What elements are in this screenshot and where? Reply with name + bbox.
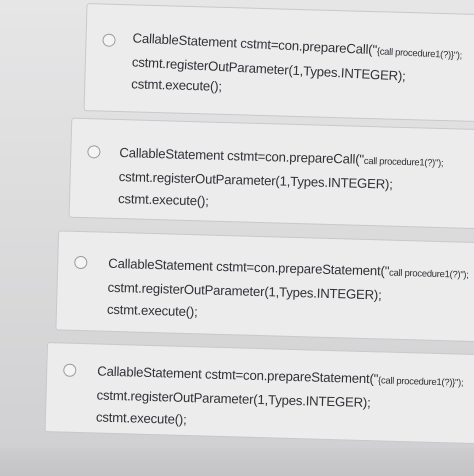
answer-option-4[interactable]: CallableStatement cstmt=con.prepareState…: [44, 342, 474, 445]
option-code-block: CallableStatement cstmt=con.prepareState…: [96, 361, 464, 439]
answer-option-3[interactable]: CallableStatement cstmt=con.prepareState…: [55, 230, 474, 343]
radio-button-icon[interactable]: [102, 33, 116, 47]
answer-options-list: CallableStatement cstmt=con.prepareCall(…: [0, 0, 474, 476]
option-code-block: CallableStatement cstmt=con.prepareState…: [107, 253, 469, 331]
radio-button-icon[interactable]: [74, 255, 88, 270]
quiz-page: CallableStatement cstmt=con.prepareCall(…: [0, 0, 474, 476]
answer-option-2[interactable]: CallableStatement cstmt=con.prepareCall(…: [68, 117, 474, 230]
page-bottom-edge: [0, 448, 474, 476]
radio-button-icon[interactable]: [87, 145, 101, 159]
option-code-block: CallableStatement cstmt=con.prepareCall(…: [131, 27, 463, 104]
radio-button-icon[interactable]: [63, 363, 77, 377]
option-code-block: CallableStatement cstmt=con.prepareCall(…: [118, 142, 444, 219]
answer-option-1[interactable]: CallableStatement cstmt=con.prepareCall(…: [83, 3, 474, 123]
